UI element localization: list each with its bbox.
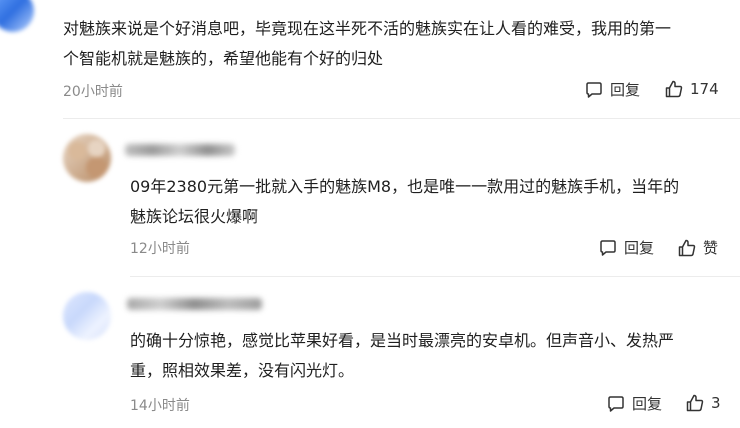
reply-label: 回复 xyxy=(610,81,641,99)
like-button[interactable]: 赞 xyxy=(677,237,718,258)
comment-text: 对魅族来说是个好消息吧，毕竟现在这半死不活的魅族实在让人看的难受，我用的第一 个… xyxy=(63,14,733,74)
like-button[interactable]: 3 xyxy=(685,393,721,413)
divider xyxy=(130,276,740,277)
avatar[interactable] xyxy=(63,134,111,182)
reply-label: 回复 xyxy=(632,395,663,413)
comment-time: 20小时前 xyxy=(63,84,123,100)
divider xyxy=(63,118,740,119)
like-count: 174 xyxy=(690,80,719,98)
comment-text-line: 个智能机就是魅族的，希望他能有个好的归处 xyxy=(63,49,384,68)
reply-button[interactable]: 回复 xyxy=(598,237,654,258)
avatar[interactable] xyxy=(0,0,34,32)
reply-button[interactable]: 回复 xyxy=(606,393,662,414)
reply-label: 回复 xyxy=(624,239,655,257)
comment-bubble-icon xyxy=(598,238,618,258)
comment-bubble-icon xyxy=(584,80,604,100)
thumbs-up-icon xyxy=(685,393,705,413)
comment-text: 09年2380元第一批就入手的魅族M8，也是唯一一款用过的魅族手机，当年的 魅族… xyxy=(130,172,730,232)
thumbs-up-icon xyxy=(664,79,684,99)
reply-button[interactable]: 回复 xyxy=(584,79,640,100)
like-button[interactable]: 174 xyxy=(664,79,719,99)
comment-text-line: 魅族论坛很火爆啊 xyxy=(130,207,259,226)
comment-text-line: 的确十分惊艳，感觉比苹果好看，是当时最漂亮的安卓机。但声音小、发热严 xyxy=(130,331,675,350)
like-label: 赞 xyxy=(703,239,719,257)
avatar[interactable] xyxy=(63,292,111,340)
comment-text-line: 重，照相效果差，没有闪光灯。 xyxy=(130,361,355,380)
comment-time: 12小时前 xyxy=(130,241,190,257)
username[interactable] xyxy=(125,144,235,156)
comment-text: 的确十分惊艳，感觉比苹果好看，是当时最漂亮的安卓机。但声音小、发热严 重，照相效… xyxy=(130,326,730,386)
username[interactable] xyxy=(127,298,262,310)
comment-text-line: 09年2380元第一批就入手的魅族M8，也是唯一一款用过的魅族手机，当年的 xyxy=(130,177,680,196)
comment-time: 14小时前 xyxy=(130,398,190,414)
comment-bubble-icon xyxy=(606,394,626,414)
comment-text-line: 对魅族来说是个好消息吧，毕竟现在这半死不活的魅族实在让人看的难受，我用的第一 xyxy=(63,19,672,38)
like-count: 3 xyxy=(711,394,721,412)
thumbs-up-icon xyxy=(677,238,697,258)
